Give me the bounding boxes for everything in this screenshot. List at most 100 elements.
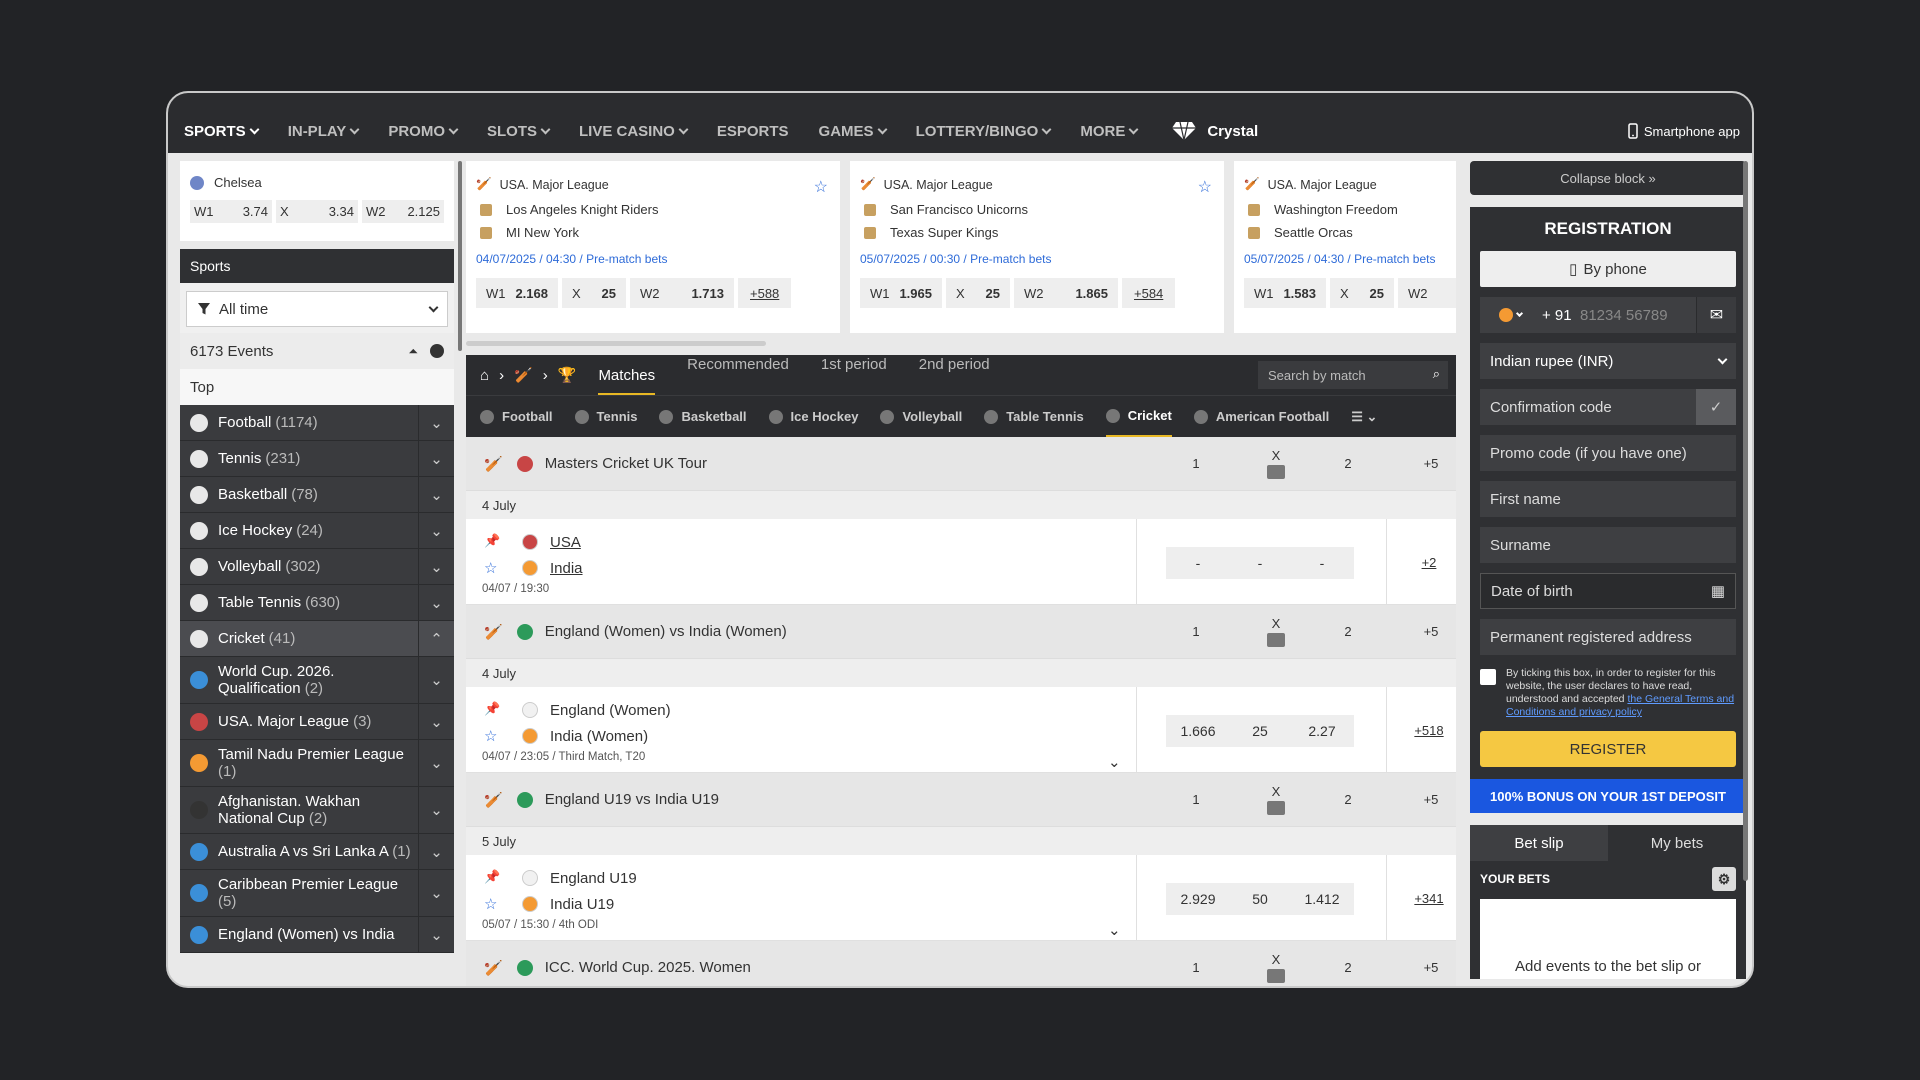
sidebar-item-tennis[interactable]: Tennis (231) ⌄ (180, 441, 454, 477)
event-header[interactable]: 🏏 Masters Cricket UK Tour 1 X 2 +5 (466, 437, 1456, 491)
team-name[interactable]: USA (550, 534, 581, 551)
collapse-block-button[interactable]: Collapse block » (1470, 161, 1746, 195)
calendar-icon[interactable]: ▦ (1711, 582, 1725, 600)
tab-matches[interactable]: Matches (598, 367, 656, 395)
prev-odd-w2[interactable]: W2 2.125 (362, 200, 444, 223)
terms-checkbox[interactable] (1480, 669, 1496, 685)
pin-icon[interactable]: 📌 (484, 533, 500, 549)
surname-input[interactable]: Surname (1480, 527, 1736, 563)
pin-icon[interactable]: 📌 (484, 701, 500, 717)
chevron-down-icon[interactable]: ⌄ (418, 513, 454, 548)
first-name-input[interactable]: First name (1480, 481, 1736, 517)
chevron-down-icon[interactable]: ⌄ (418, 740, 454, 786)
chevron-down-icon[interactable]: ⌄ (418, 787, 454, 833)
promo-code-input[interactable]: Promo code (if you have one) (1480, 435, 1736, 471)
tab-my-bets[interactable]: My bets (1608, 825, 1746, 861)
chevron-down-icon[interactable]: ⌄ (418, 834, 454, 869)
prev-odd-x[interactable]: X 3.34 (276, 200, 358, 223)
sidebar-item-volleyball[interactable]: Volleyball (302) ⌄ (180, 549, 454, 585)
sport-tab-basketball[interactable]: Basketball (659, 396, 747, 437)
odd-button-o2[interactable]: - (1290, 547, 1354, 579)
league-item[interactable]: Tamil Nadu Premier League (1) ⌄ (180, 740, 454, 787)
sidebar-item-ice-hockey[interactable]: Ice Hockey (24) ⌄ (180, 513, 454, 549)
more-columns[interactable]: +5 (1406, 456, 1456, 471)
match-card[interactable]: 🏏 USA. Major League ☆ San Francisco Unicorn… (850, 161, 1224, 333)
sport-tab-volleyball[interactable]: Volleyball (880, 396, 962, 437)
address-input[interactable]: Permanent registered address (1480, 619, 1736, 655)
chevron-down-icon[interactable] (1267, 633, 1285, 647)
previous-match-card[interactable]: Chelsea W1 3.74 X 3.34 W2 2.125 (180, 161, 454, 241)
chevron-up-icon[interactable]: ⌃ (418, 621, 454, 656)
nav-item-games[interactable]: GAMES (819, 123, 888, 140)
right-scrollbar[interactable] (1743, 161, 1748, 881)
tab-bet-slip[interactable]: Bet slip (1470, 825, 1608, 861)
odd-button-ox[interactable]: - (1228, 547, 1292, 579)
sport-tab-cricket[interactable]: Cricket (1105, 396, 1172, 437)
league-item[interactable]: USA. Major League (3) ⌄ (180, 704, 454, 740)
nav-item-promo[interactable]: PROMO (388, 123, 459, 140)
odd-button-w1[interactable]: W1 1.583 (1244, 278, 1326, 308)
sidebar-item-football[interactable]: Football (1174) ⌄ (180, 405, 454, 441)
odd-button-w2[interactable]: W2 1.865 (1014, 278, 1118, 308)
nav-item-in-play[interactable]: IN-PLAY (288, 123, 360, 140)
odd-button-x[interactable]: X 25 (946, 278, 1010, 308)
odd-button-o1[interactable]: 1.666 (1166, 715, 1230, 747)
card-datetime[interactable]: 05/07/2025 / 04:30 / Pre-match bets (1244, 252, 1456, 266)
confirmation-code-input[interactable]: Confirmation code ✓ (1480, 389, 1736, 425)
chevron-down-icon[interactable]: ⌄ (418, 917, 454, 952)
trophy-icon[interactable]: 🏆 (558, 366, 577, 384)
match-row[interactable]: 📌 ☆ USA India 04/07 / 19:30- - - +2 (466, 519, 1456, 605)
star-icon[interactable]: ☆ (484, 559, 497, 577)
sidebar-item-cricket[interactable]: Cricket (41) ⌃ (180, 621, 454, 657)
team-name[interactable]: India (550, 560, 583, 577)
odd-button-ox[interactable]: 25 (1228, 715, 1292, 747)
odd-button-w2[interactable]: W2 1.713 (630, 278, 734, 308)
match-search-input[interactable]: Search by match ⌕ (1258, 361, 1448, 389)
match-row[interactable]: 📌 ☆ England (Women) India (Women) 04/07 / 23… (466, 687, 1456, 773)
left-scrollbar[interactable] (458, 161, 462, 351)
prev-odd-w1[interactable]: W1 3.74 (190, 200, 272, 223)
odd-button-o1[interactable]: - (1166, 547, 1230, 579)
home-icon[interactable]: ⌂ (480, 367, 489, 384)
nav-item-more[interactable]: MORE (1080, 123, 1139, 140)
league-item[interactable]: Australia A vs Sri Lanka A (1) ⌄ (180, 834, 454, 870)
chevron-down-icon[interactable]: ⌄ (418, 405, 454, 440)
search-icon[interactable]: ⌕ (1433, 366, 1440, 382)
tab-recommended[interactable]: Recommended (687, 356, 789, 395)
sidebar-item-table-tennis[interactable]: Table Tennis (630) ⌄ (180, 585, 454, 621)
cards-scrollbar[interactable] (466, 341, 766, 346)
odd-button-ox[interactable]: 50 (1228, 883, 1292, 915)
tab-1st-period[interactable]: 1st period (821, 356, 887, 395)
match-card[interactable]: 🏏 USA. Major League Washington Freedom Seat… (1234, 161, 1456, 333)
more-markets-link[interactable]: +584 (1122, 278, 1176, 308)
by-phone-button[interactable]: ▯ By phone (1480, 251, 1736, 287)
odd-button-x[interactable]: X 25 (1330, 278, 1394, 308)
collapse-all-icon[interactable]: ⏶ (408, 344, 418, 359)
bonus-banner[interactable]: 100% BONUS ON YOUR 1ST DEPOSIT (1470, 779, 1746, 813)
match-card[interactable]: 🏏 USA. Major League ☆ Los Angeles Knight Ri… (466, 161, 840, 333)
list-menu-icon[interactable]: ☰ ⌄ (1351, 409, 1377, 425)
nav-item-live-casino[interactable]: LIVE CASINO (579, 123, 689, 140)
star-icon[interactable]: ☆ (484, 727, 497, 745)
chevron-down-icon[interactable] (1267, 969, 1285, 983)
chevron-down-icon[interactable]: ⌄ (418, 870, 454, 916)
pin-icon[interactable]: 📌 (484, 869, 500, 885)
sport-tab-table-tennis[interactable]: Table Tennis (984, 396, 1084, 437)
event-header[interactable]: 🏏 England (Women) vs India (Women) 1 X 2 +5 (466, 605, 1456, 659)
star-icon[interactable]: ☆ (484, 895, 497, 913)
sport-tab-american-football[interactable]: American Football (1193, 396, 1329, 437)
check-icon[interactable]: ✓ (1696, 389, 1736, 425)
odd-button-x[interactable]: X 25 (562, 278, 626, 308)
nav-item-lottery-bingo[interactable]: LOTTERY/BINGO (916, 123, 1052, 140)
chevron-down-icon[interactable]: ⌄ (1108, 753, 1121, 771)
odd-button-o2[interactable]: 1.412 (1290, 883, 1354, 915)
sport-tab-ice-hockey[interactable]: Ice Hockey (768, 396, 858, 437)
chevron-down-icon[interactable] (1267, 465, 1285, 479)
star-icon[interactable]: ☆ (1198, 177, 1212, 197)
more-markets-link[interactable]: +341 (1404, 891, 1454, 906)
more-columns[interactable]: +5 (1406, 960, 1456, 975)
chevron-down-icon[interactable]: ⌄ (418, 585, 454, 620)
more-columns[interactable]: +5 (1406, 624, 1456, 639)
chevron-down-icon[interactable]: ⌄ (418, 657, 454, 703)
smartphone-app-link[interactable]: Smartphone app (1628, 123, 1740, 139)
